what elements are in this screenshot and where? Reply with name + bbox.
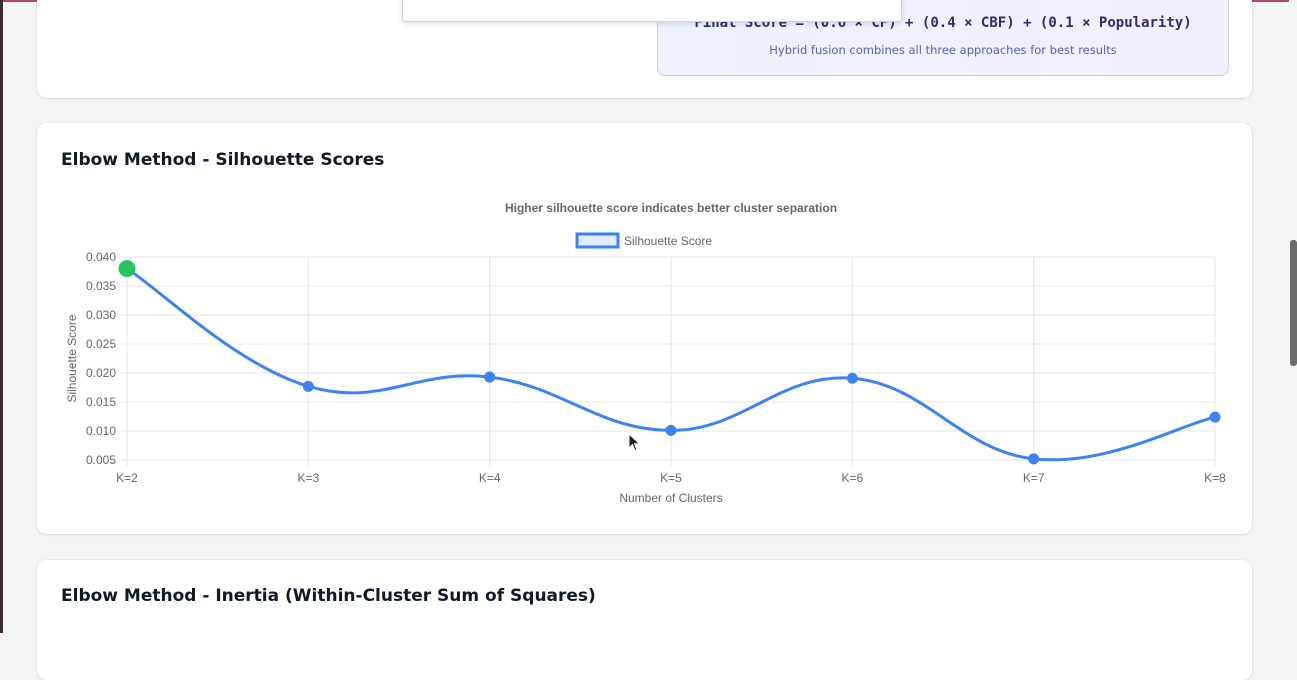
data-point	[484, 371, 496, 383]
chart-title: Higher silhouette score indicates better…	[505, 201, 837, 215]
inertia-card-title: Elbow Method - Inertia (Within-Cluster S…	[61, 586, 596, 606]
formula-subtitle: Hybrid fusion combines all three approac…	[769, 43, 1117, 57]
legend-swatch	[575, 232, 620, 249]
data-point	[665, 424, 677, 436]
scrollbar-thumb[interactable]	[1290, 240, 1297, 366]
x-tick-label: K=7	[1023, 471, 1045, 485]
best-k-point	[118, 260, 136, 278]
y-tick-label: 0.020	[86, 366, 116, 380]
silhouette-card: Elbow Method - Silhouette Scores Higher …	[37, 123, 1252, 534]
data-point	[1028, 453, 1040, 465]
x-tick-label: K=4	[479, 471, 501, 485]
y-tick-label: 0.035	[86, 279, 116, 293]
y-tick-label: 0.015	[86, 395, 116, 409]
x-tick-label: K=3	[297, 471, 319, 485]
data-point	[846, 372, 858, 384]
x-tick-label: K=6	[841, 471, 863, 485]
mouse-cursor-icon	[628, 433, 641, 452]
y-tick-label: 0.030	[86, 308, 116, 322]
data-point	[302, 380, 314, 392]
window-left-edge	[0, 0, 3, 633]
y-tick-label: 0.005	[86, 453, 116, 467]
y-tick-label: 0.040	[86, 250, 116, 264]
y-tick-label: 0.010	[86, 424, 116, 438]
inertia-card: Elbow Method - Inertia (Within-Cluster S…	[37, 560, 1252, 680]
legend-label: Silhouette Score	[624, 234, 712, 248]
x-tick-label: K=5	[660, 471, 682, 485]
x-axis-title: Number of Clusters	[619, 491, 722, 505]
y-axis-title: Silhouette Score	[65, 314, 79, 402]
silhouette-chart[interactable]: Higher silhouette score indicates better…	[37, 123, 1252, 534]
dropdown-popup[interactable]	[402, 0, 902, 22]
page-scrollbar[interactable]	[1289, 0, 1297, 633]
data-point	[1209, 411, 1221, 423]
x-tick-label: K=8	[1204, 471, 1226, 485]
y-tick-label: 0.025	[86, 337, 116, 351]
x-tick-label: K=2	[116, 471, 138, 485]
